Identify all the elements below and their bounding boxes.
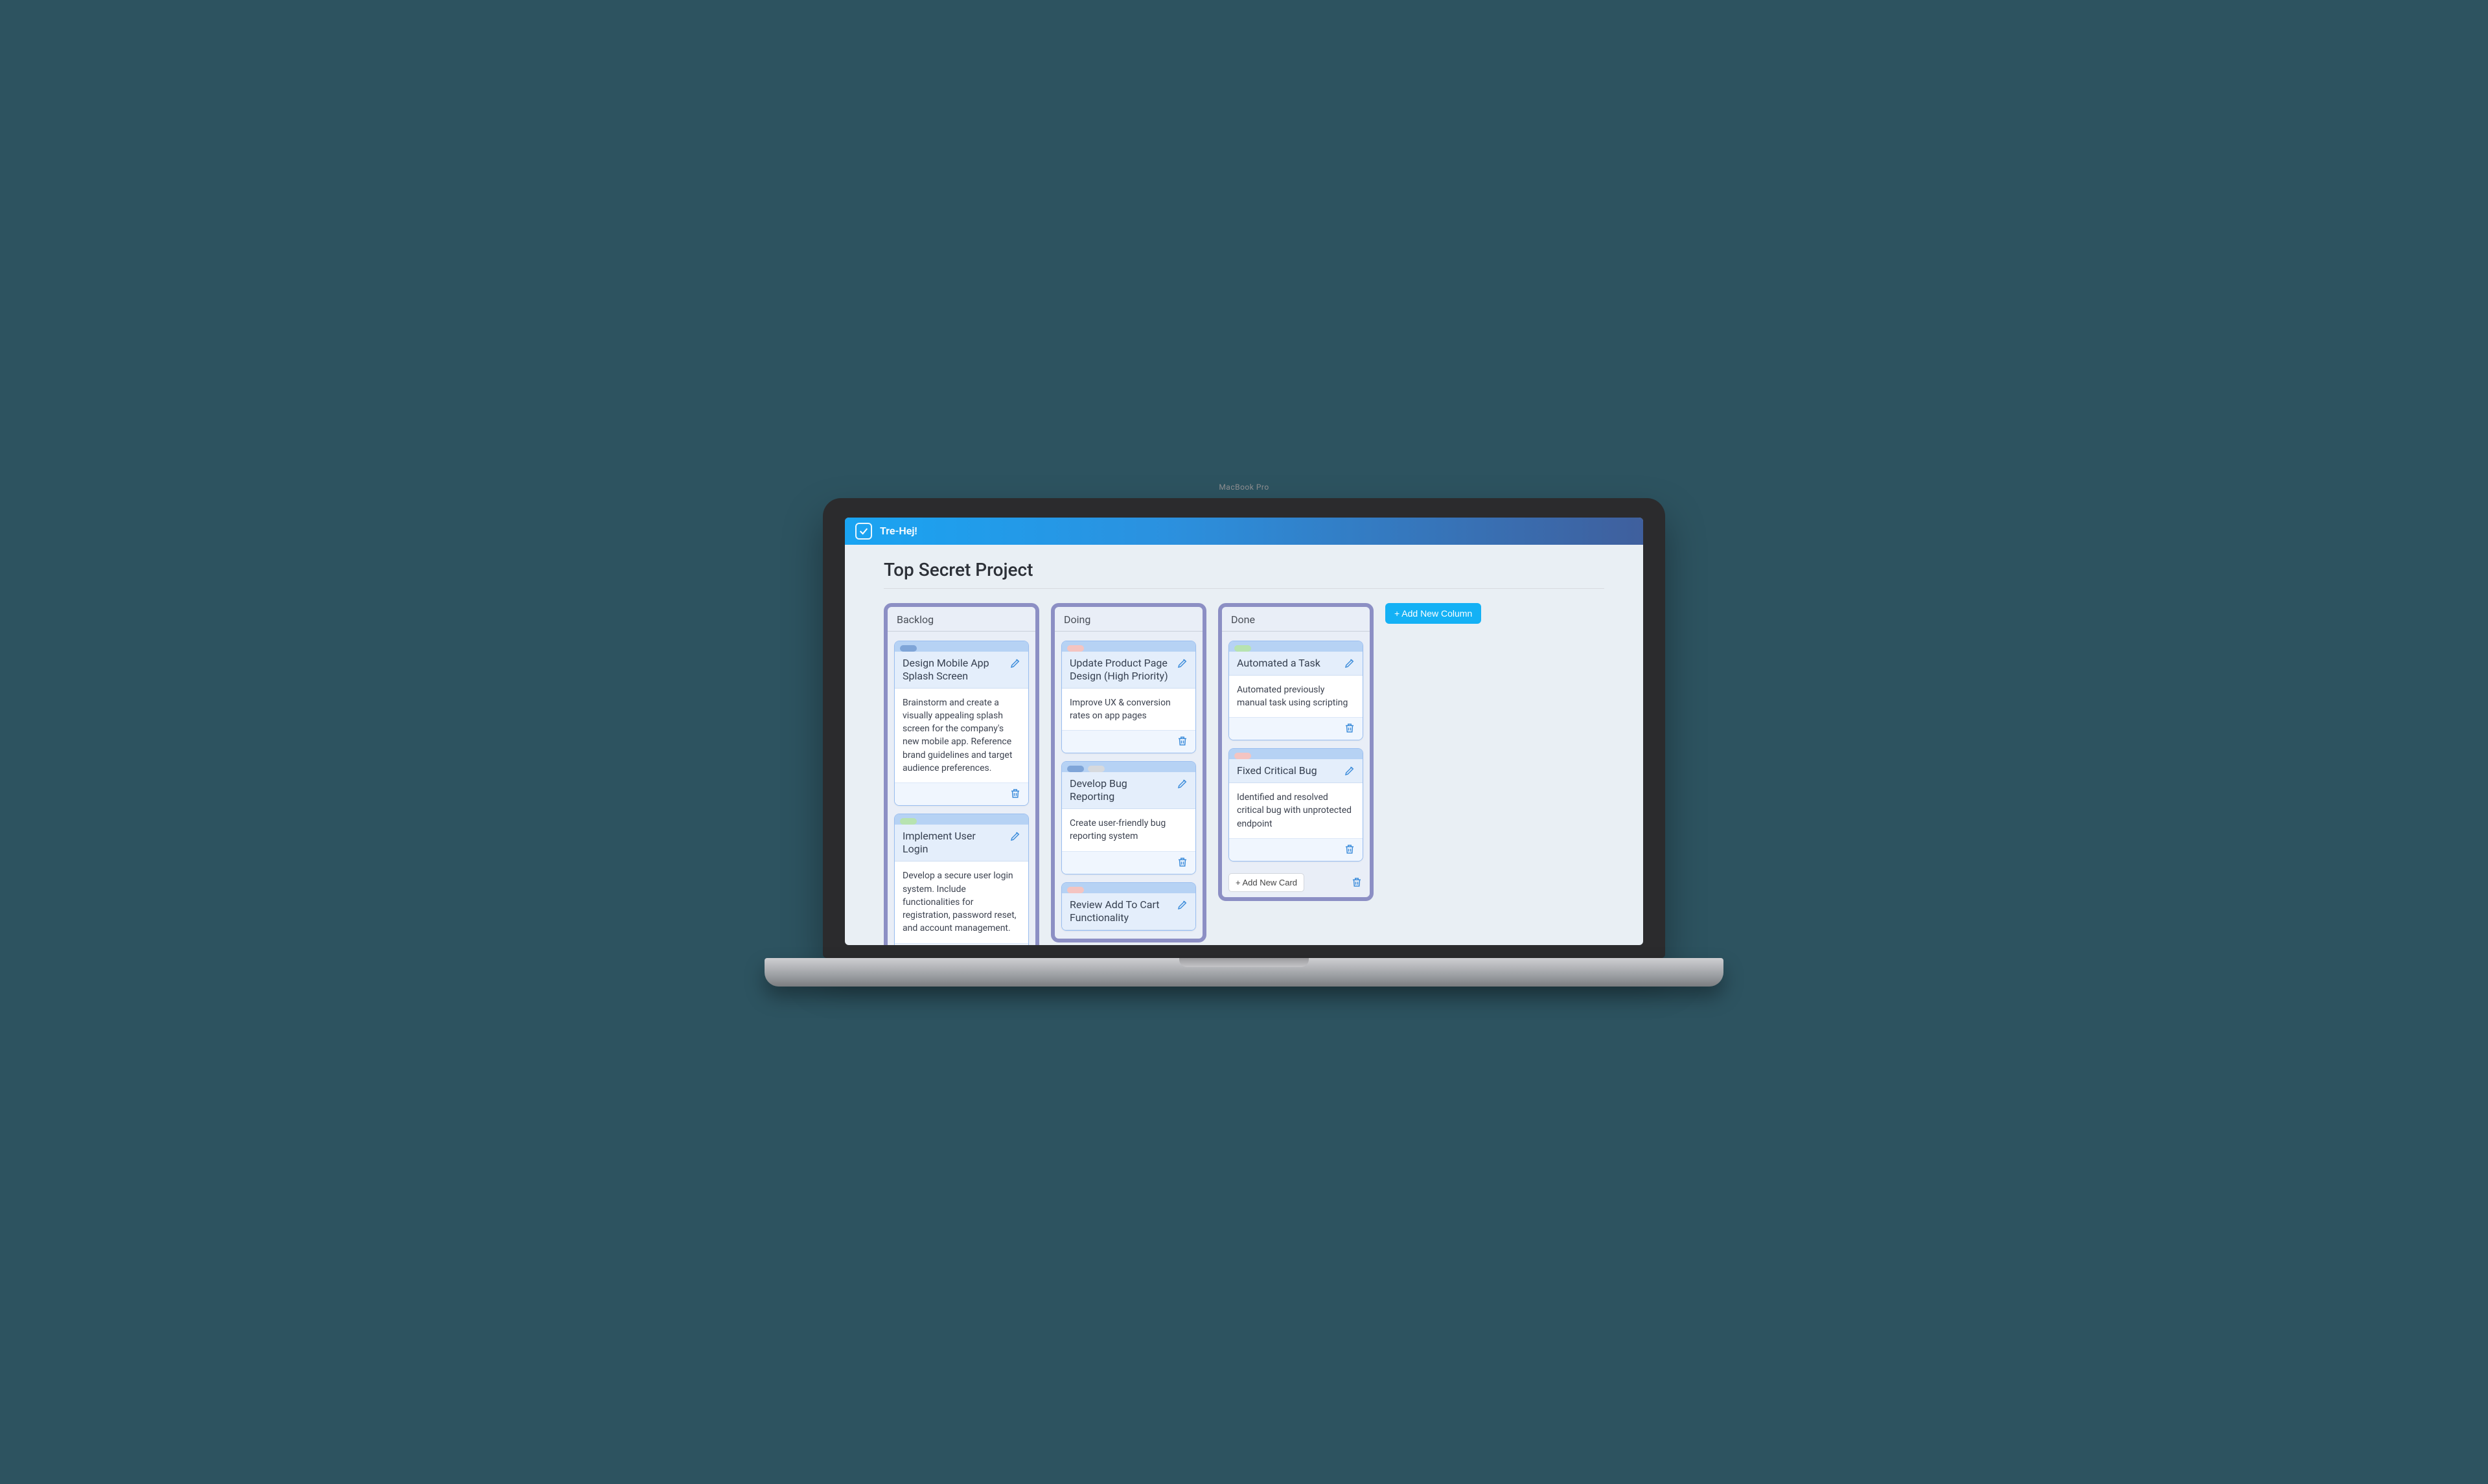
- card-label-pill: [900, 645, 917, 652]
- laptop-base: [765, 958, 1723, 987]
- card[interactable]: Fixed Critical Bug Identified and resolve…: [1228, 748, 1363, 862]
- delete-card-icon[interactable]: [1176, 735, 1189, 748]
- card-description: Improve UX & conversion rates on app pag…: [1062, 689, 1195, 731]
- card-title-row: Fixed Critical Bug: [1229, 759, 1363, 783]
- edit-card-icon[interactable]: [1343, 657, 1356, 670]
- card-label-strip: [1229, 641, 1363, 652]
- column-body: Automated a Task Automated previously man…: [1222, 638, 1370, 864]
- card-footer: [895, 782, 1028, 805]
- edit-card-icon[interactable]: [1343, 764, 1356, 777]
- card-title-row: Update Product Page Design (High Priorit…: [1062, 652, 1195, 689]
- laptop-mock: Tre-Hej! Top Secret Project Backlog Desig…: [823, 498, 1665, 987]
- card[interactable]: Design Mobile App Splash Screen Brainstor…: [894, 641, 1029, 806]
- card-title-row: Develop Bug Reporting: [1062, 772, 1195, 809]
- card-label-strip: [1229, 749, 1363, 759]
- card-title-row: Design Mobile App Splash Screen: [895, 652, 1028, 689]
- card-label-pill: [1067, 645, 1084, 652]
- card[interactable]: Develop Bug Reporting Create user-friendl…: [1061, 761, 1196, 874]
- card-label-pill: [1234, 753, 1251, 759]
- column-body: Update Product Page Design (High Priorit…: [1055, 638, 1203, 933]
- edit-card-icon[interactable]: [1176, 898, 1189, 911]
- card-label-strip: [895, 814, 1028, 825]
- card-description: Identified and resolved critical bug wit…: [1229, 783, 1363, 838]
- column: Done Automated a Task Automated previously…: [1218, 603, 1374, 901]
- add-card-button[interactable]: + Add New Card: [1228, 873, 1304, 892]
- column-body: Design Mobile App Splash Screen Brainstor…: [888, 638, 1035, 945]
- delete-card-icon[interactable]: [1343, 722, 1356, 735]
- screen-frame: Tre-Hej! Top Secret Project Backlog Desig…: [823, 498, 1665, 958]
- card-description: Automated previously manual task using s…: [1229, 676, 1363, 718]
- device-label: MacBook Pro: [1219, 483, 1269, 492]
- card-title: Review Add To Cart Functionality: [1070, 898, 1171, 924]
- edit-card-icon[interactable]: [1009, 657, 1022, 670]
- card-label-pill: [1088, 766, 1105, 772]
- columns-row: Backlog Design Mobile App Splash Screen Br…: [884, 603, 1604, 945]
- card-title: Design Mobile App Splash Screen: [903, 657, 1004, 683]
- card-title-row: Review Add To Cart Functionality: [1062, 893, 1195, 930]
- card-footer: [895, 943, 1028, 945]
- card-description: Develop a secure user login system. Incl…: [895, 862, 1028, 942]
- card[interactable]: Implement User Login Develop a secure use…: [894, 814, 1029, 944]
- card-footer: [1229, 838, 1363, 861]
- card-title: Automated a Task: [1237, 657, 1338, 670]
- app-title: Tre-Hej!: [880, 525, 917, 537]
- column: Doing Update Product Page Design (High Pr…: [1051, 603, 1206, 942]
- board: Top Secret Project Backlog Design Mobile …: [845, 545, 1643, 945]
- column-title[interactable]: Done: [1222, 607, 1370, 632]
- column: Backlog Design Mobile App Splash Screen Br…: [884, 603, 1039, 945]
- edit-card-icon[interactable]: [1009, 830, 1022, 843]
- card-title: Fixed Critical Bug: [1237, 764, 1338, 777]
- card-label-strip: [1062, 641, 1195, 652]
- card-title-row: Implement User Login: [895, 825, 1028, 862]
- card-label-strip: [1062, 762, 1195, 772]
- column-footer: + Add New Card: [1222, 873, 1370, 892]
- app-screen: Tre-Hej! Top Secret Project Backlog Desig…: [845, 518, 1643, 945]
- card[interactable]: Review Add To Cart Functionality: [1061, 882, 1196, 931]
- card-description: Create user-friendly bug reporting syste…: [1062, 809, 1195, 851]
- card-title-row: Automated a Task: [1229, 652, 1363, 676]
- card[interactable]: Automated a Task Automated previously man…: [1228, 641, 1363, 741]
- delete-column-icon[interactable]: [1350, 876, 1363, 889]
- card-footer: [1229, 717, 1363, 740]
- add-column-button[interactable]: + Add New Column: [1385, 603, 1481, 624]
- card-footer: [1062, 851, 1195, 874]
- delete-card-icon[interactable]: [1009, 787, 1022, 800]
- delete-card-icon[interactable]: [1176, 856, 1189, 869]
- app-logo-icon: [855, 523, 872, 540]
- card-label-pill: [1067, 766, 1084, 772]
- delete-card-icon[interactable]: [1343, 843, 1356, 856]
- card-description: Brainstorm and create a visually appeali…: [895, 689, 1028, 783]
- card-title: Implement User Login: [903, 830, 1004, 856]
- edit-card-icon[interactable]: [1176, 777, 1189, 790]
- app-header: Tre-Hej!: [845, 518, 1643, 545]
- edit-card-icon[interactable]: [1176, 657, 1189, 670]
- card-footer: [1062, 730, 1195, 753]
- board-title: Top Secret Project: [884, 559, 1604, 589]
- card-label-pill: [1067, 887, 1084, 893]
- card-title: Update Product Page Design (High Priorit…: [1070, 657, 1171, 683]
- card[interactable]: Update Product Page Design (High Priorit…: [1061, 641, 1196, 754]
- card-label-pill: [1234, 645, 1251, 652]
- column-title[interactable]: Doing: [1055, 607, 1203, 632]
- card-label-strip: [1062, 883, 1195, 893]
- card-title: Develop Bug Reporting: [1070, 777, 1171, 803]
- column-title[interactable]: Backlog: [888, 607, 1035, 632]
- card-label-strip: [895, 641, 1028, 652]
- card-label-pill: [900, 818, 917, 825]
